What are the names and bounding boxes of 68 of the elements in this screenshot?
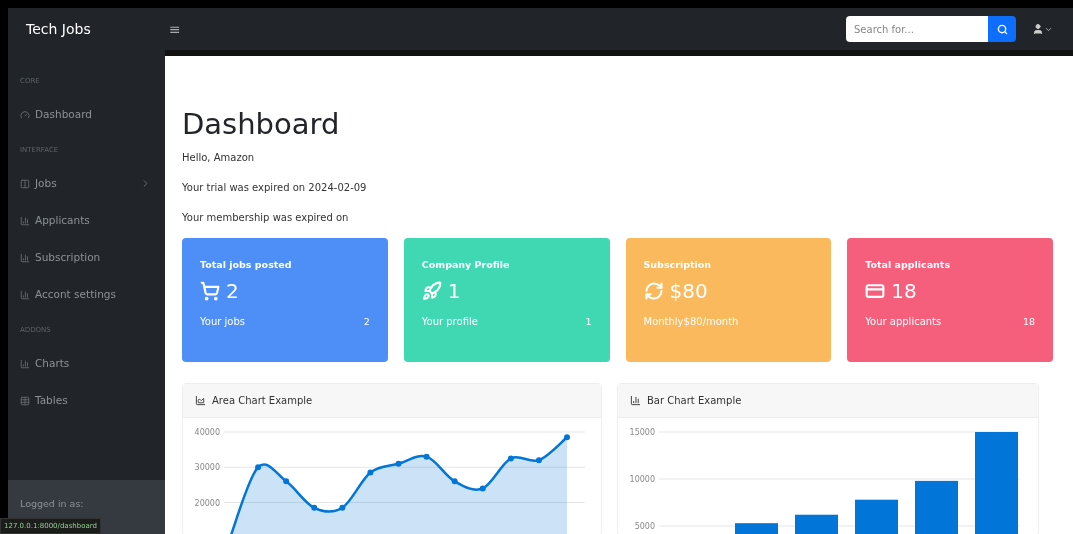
bar-chart-icon [630,395,641,406]
search-icon [996,23,1008,35]
sidebar-item[interactable]: Tables [8,382,165,419]
user-menu-button[interactable] [1032,23,1053,35]
bar-chart-icon [20,252,30,263]
logged-in-label: Logged in as: [20,498,84,509]
info-text: Your trial was expired on 2024-02-09 [182,180,368,195]
card-link[interactable]: Your jobs [200,314,245,330]
sidebar-item[interactable]: Accont settings [8,276,165,313]
menu-toggle[interactable]: ≡ [169,18,181,40]
card-value: 1 [447,278,461,306]
sidebar-item[interactable]: Applicants [8,202,165,239]
data-point [564,434,570,441]
search-field[interactable]: Search for... [846,16,988,42]
gauge-icon [20,109,30,120]
data-point [535,457,542,464]
card-value: $80 [669,278,708,306]
bar [735,523,778,534]
card-count: 1 [585,314,592,329]
brand-title: Tech Jobs [25,19,92,39]
bar-chart-icon [20,215,30,226]
data-point [255,464,262,471]
table-icon [20,395,30,406]
data-point [339,504,346,511]
chart-title: Bar Chart Example [647,394,742,408]
sidebar-item[interactable]: Jobs [8,165,165,202]
card-value: 2 [226,278,239,306]
card-title: Company Profile [421,258,511,272]
card-title: Subscription [643,258,713,272]
card-link[interactable]: Your applicants [865,314,942,330]
search-button[interactable] [988,16,1016,42]
data-point [507,455,514,462]
rocket-icon [421,281,442,302]
bar [915,480,958,534]
card-value: 18 [891,278,917,306]
data-point [283,478,290,485]
axis-label: 5000 [634,522,655,531]
info-text: Your membership was expired on [182,210,350,225]
data-point [395,460,402,467]
page-title: Dashboard [182,106,341,142]
card-title: Total applicants [865,258,952,272]
sidebar-item[interactable]: Charts [8,345,165,382]
card-count: 2 [363,314,370,329]
axis-label: 30000 [194,463,220,473]
columns-icon [20,178,30,189]
user-icon [1032,23,1044,35]
data-point [451,478,458,485]
cart-icon [200,281,220,302]
card-title: Total jobs posted [200,258,293,272]
axis-label: 40000 [194,428,220,437]
sync-icon [643,281,664,302]
sidebar-item[interactable]: Subscription [8,239,165,276]
bar-chart-icon [20,358,30,369]
data-point [311,504,318,511]
data-point [479,485,486,492]
axis-label: 10000 [629,475,655,484]
bar [855,499,898,534]
bar [795,514,838,534]
data-point [367,469,374,476]
card-count: 18 [1022,314,1035,329]
axis-label: 15000 [629,428,655,437]
bar-chart-icon [20,289,30,300]
chart-title: Area Chart Example [212,394,313,408]
info-text: Hello, Amazon [182,150,256,165]
area-chart-icon [195,395,206,406]
sidebar-item[interactable]: Dashboard [8,96,165,133]
axis-label: 20000 [194,498,220,508]
data-point [423,453,430,460]
